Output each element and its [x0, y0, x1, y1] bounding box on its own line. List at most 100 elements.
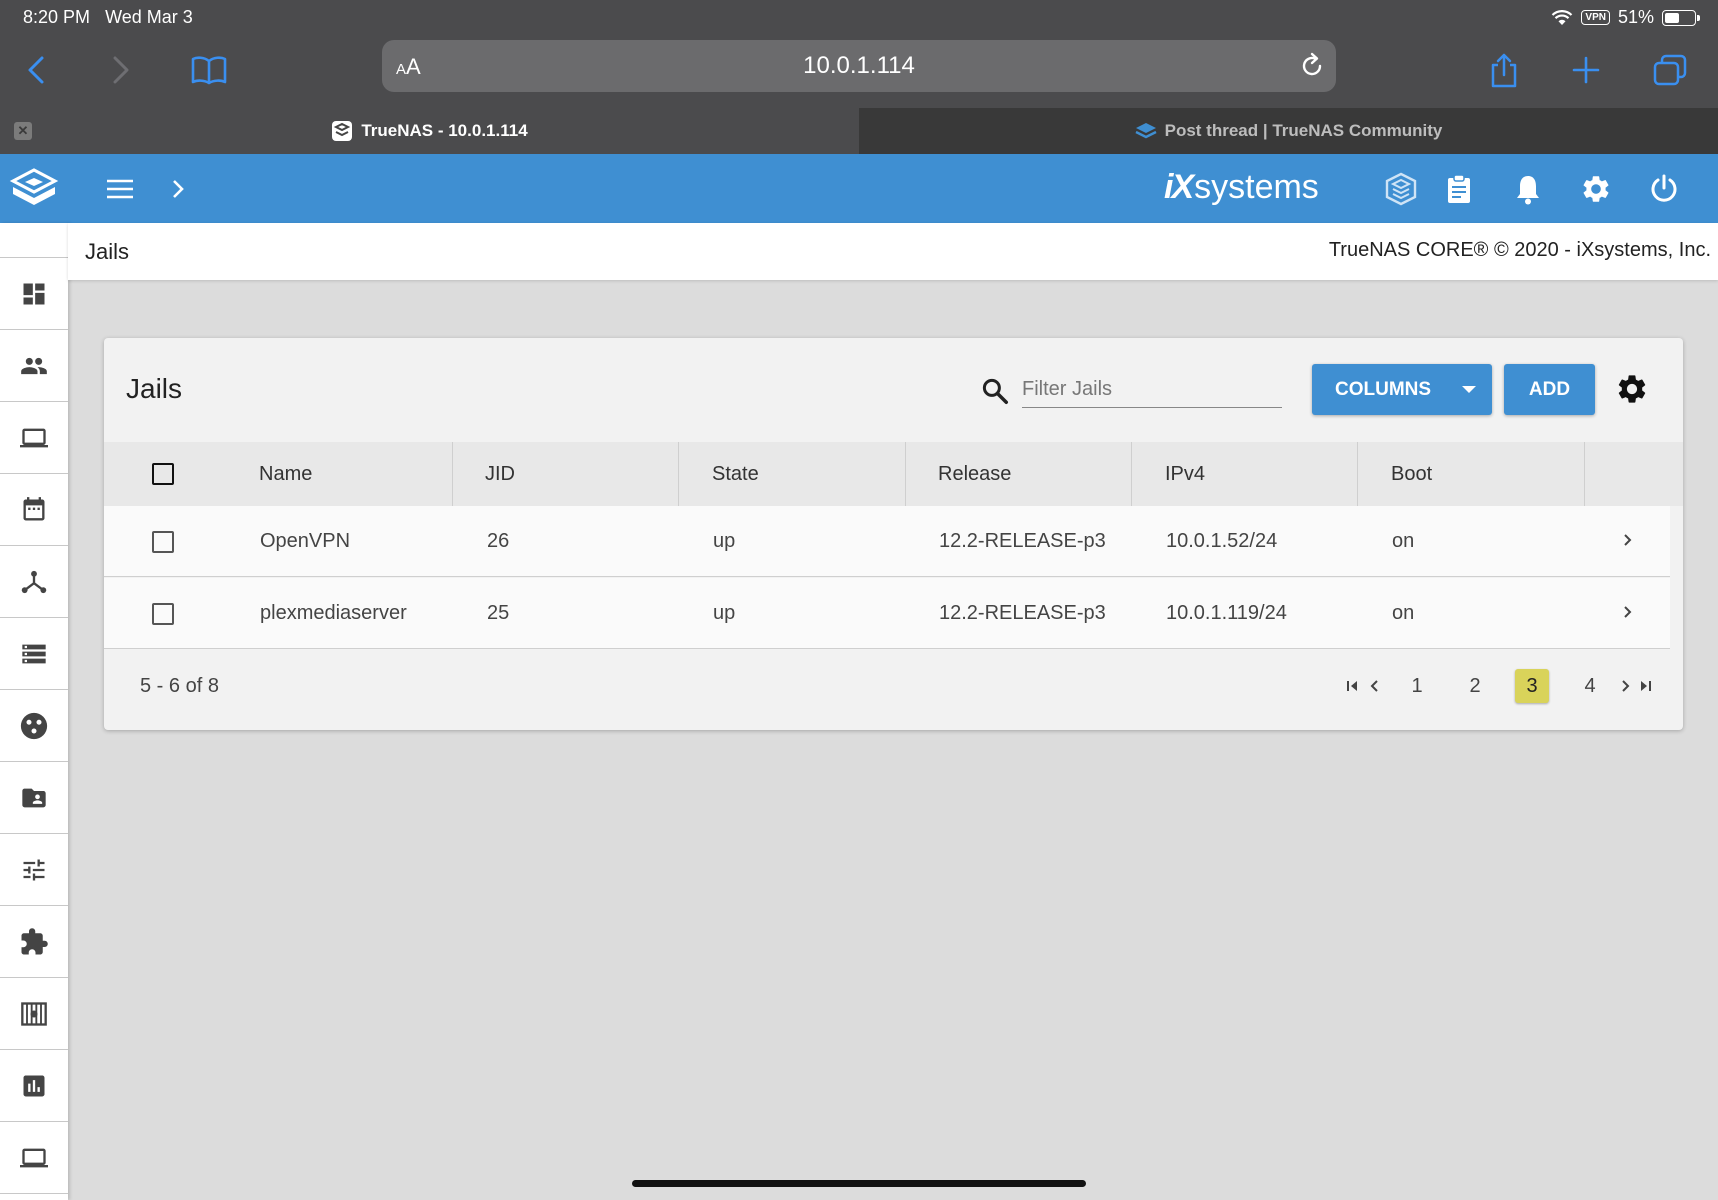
range-label: 5 - 6 of 8: [140, 675, 219, 697]
ixsystems-logo[interactable]: iX systems: [1164, 168, 1319, 207]
status-bar: 8:20 PM Wed Mar 3 VPN 51%: [0, 0, 1718, 33]
chevron-right-icon[interactable]: [155, 166, 201, 212]
cell-ipv4: 10.0.1.119/24: [1166, 602, 1287, 624]
battery-icon: [1662, 9, 1700, 26]
sidebar-item-directory-services[interactable]: [0, 690, 68, 762]
power-icon[interactable]: [1641, 166, 1687, 212]
column-header-ipv4[interactable]: IPv4: [1165, 442, 1205, 506]
menu-icon[interactable]: [97, 166, 143, 212]
sidebar-item-accounts[interactable]: [0, 330, 68, 402]
notifications-bell-icon[interactable]: [1505, 166, 1551, 212]
close-tab-icon[interactable]: ✕: [14, 122, 32, 140]
column-header-release[interactable]: Release: [938, 442, 1011, 506]
network-icon: [20, 568, 48, 596]
status-date: Wed Mar 3: [105, 7, 193, 27]
reporting-icon: [20, 1072, 48, 1100]
tab-truenas[interactable]: ✕ TrueNAS - 10.0.1.114: [0, 108, 859, 154]
expand-row-chevron-icon[interactable]: [1622, 604, 1634, 620]
expand-row-chevron-icon[interactable]: [1622, 532, 1634, 548]
columns-label: COLUMNS: [1335, 378, 1432, 400]
page-button[interactable]: 1: [1400, 669, 1434, 703]
cell-jid: 25: [487, 602, 510, 624]
reload-icon[interactable]: [1298, 52, 1326, 80]
page-button[interactable]: 2: [1458, 669, 1492, 703]
sidebar-item-network[interactable]: [0, 546, 68, 618]
columns-button[interactable]: COLUMNS: [1312, 364, 1492, 415]
column-header-jid[interactable]: JID: [485, 442, 515, 506]
cell-state: up: [713, 530, 736, 552]
address-bar[interactable]: AA 10.0.1.114: [382, 40, 1336, 92]
dashboard-icon: [20, 280, 48, 308]
add-button[interactable]: ADD: [1504, 364, 1595, 415]
task-manager-icon[interactable]: [1436, 166, 1482, 212]
sidebar-item-tasks[interactable]: [0, 474, 68, 546]
status-time: 8:20 PM Wed Mar 3: [23, 7, 193, 27]
sidebar-spacer: [0, 223, 68, 258]
sidebar-item-jails[interactable]: [0, 978, 68, 1050]
search-icon[interactable]: [980, 376, 1010, 406]
column-header-name[interactable]: Name: [259, 442, 312, 506]
forward-icon[interactable]: [97, 47, 143, 93]
sidebar-item-sharing[interactable]: [0, 762, 68, 834]
page-button-current[interactable]: 3: [1515, 669, 1549, 703]
sidebar-item-virtual-machines[interactable]: [0, 1122, 68, 1194]
back-icon[interactable]: [14, 47, 60, 93]
jails-icon: [19, 1000, 49, 1028]
tab-title: TrueNAS - 10.0.1.114: [361, 121, 528, 140]
first-page-icon[interactable]: [1344, 669, 1362, 703]
truenas-favicon-icon: [331, 120, 353, 142]
new-tab-icon[interactable]: [1563, 47, 1609, 93]
copyright-text: TrueNAS CORE® © 2020 - iXsystems, Inc.: [1328, 239, 1711, 261]
page-button[interactable]: 4: [1573, 669, 1607, 703]
truenas-community-favicon-icon: [1135, 120, 1157, 142]
column-header-state[interactable]: State: [712, 442, 759, 506]
truenas-logo-icon[interactable]: [0, 154, 68, 223]
cell-release: 12.2-RELEASE-p3: [939, 530, 1106, 552]
sidebar-item-system[interactable]: [0, 402, 68, 474]
vpn-badge: VPN: [1581, 10, 1610, 25]
table-header: Name JID State Release IPv4 Boot: [104, 442, 1683, 506]
sidebar-item-plugins[interactable]: [0, 906, 68, 978]
table-footer: 5 - 6 of 8 1 2 3 4: [104, 649, 1670, 730]
filter-jails-input[interactable]: [1022, 372, 1282, 408]
tabs-overview-icon[interactable]: [1647, 47, 1693, 93]
cell-release: 12.2-RELEASE-p3: [939, 602, 1106, 624]
sidebar-item-services[interactable]: [0, 834, 68, 906]
url-text[interactable]: 10.0.1.114: [382, 52, 1336, 80]
battery-percent: 51%: [1617, 7, 1654, 27]
system-icon: [18, 424, 50, 452]
table-settings-gear-icon[interactable]: [1615, 372, 1649, 406]
home-indicator[interactable]: [632, 1180, 1086, 1187]
app-header: iX systems: [0, 154, 1718, 223]
sidebar-item-storage[interactable]: [0, 618, 68, 690]
sidebar-item-reporting[interactable]: [0, 1050, 68, 1122]
page-header: Jails TrueNAS CORE® © 2020 - iXsystems, …: [68, 223, 1718, 280]
sharing-icon: [19, 784, 49, 812]
tab-title: Post thread | TrueNAS Community: [1164, 121, 1443, 140]
cell-boot: on: [1392, 602, 1415, 624]
storage-icon: [19, 640, 49, 668]
cell-jid: 26: [487, 530, 510, 552]
select-all-checkbox[interactable]: [152, 463, 174, 485]
tab-truenas-community[interactable]: Post thread | TrueNAS Community: [859, 108, 1718, 154]
next-page-icon[interactable]: [1618, 669, 1634, 703]
last-page-icon[interactable]: [1636, 669, 1654, 703]
settings-gear-icon[interactable]: [1573, 166, 1619, 212]
table-row[interactable]: OpenVPN 26 up 12.2-RELEASE-p3 10.0.1.52/…: [104, 506, 1670, 577]
row-checkbox[interactable]: [152, 603, 174, 625]
row-checkbox[interactable]: [152, 531, 174, 553]
previous-page-icon[interactable]: [1366, 669, 1382, 703]
wifi-icon: [1551, 9, 1573, 26]
truecommand-icon[interactable]: [1378, 166, 1424, 212]
share-icon[interactable]: [1481, 47, 1527, 93]
plugins-icon: [19, 927, 49, 957]
column-header-boot[interactable]: Boot: [1391, 442, 1432, 506]
sidebar-item-dashboard[interactable]: [0, 258, 68, 330]
cell-name: OpenVPN: [260, 530, 351, 552]
breadcrumb[interactable]: Jails: [85, 239, 129, 265]
virtual-machines-icon: [18, 1144, 50, 1172]
table-row[interactable]: plexmediaserver 25 up 12.2-RELEASE-p3 10…: [104, 578, 1670, 649]
bookmarks-icon[interactable]: [186, 47, 232, 93]
cell-boot: on: [1392, 530, 1415, 552]
sidebar: [0, 223, 68, 1200]
